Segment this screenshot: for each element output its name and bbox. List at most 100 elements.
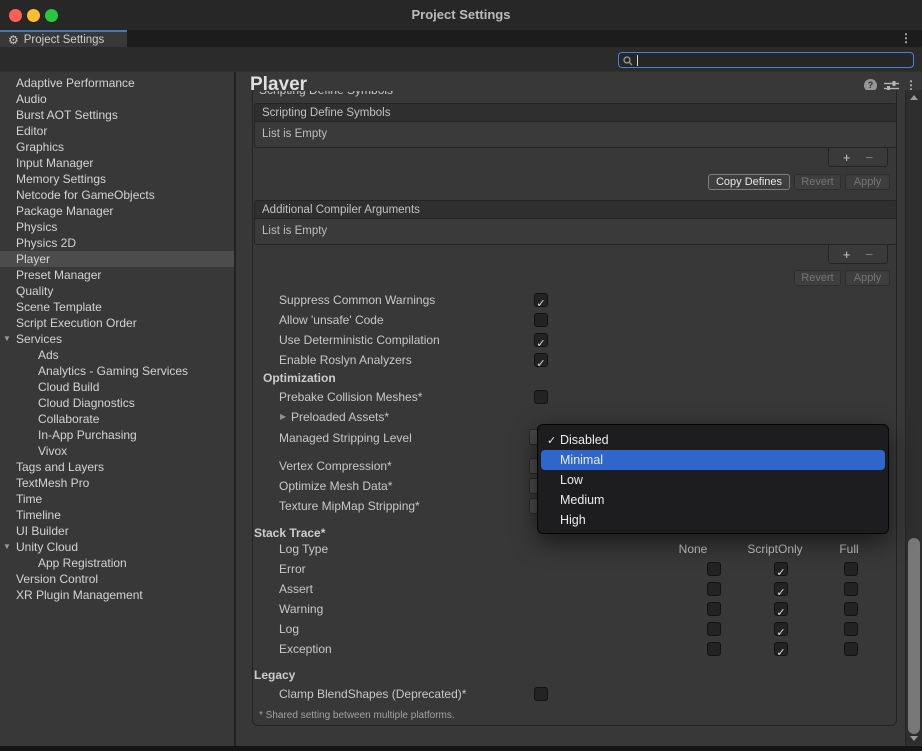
sidebar-item-time[interactable]: Time <box>0 491 234 507</box>
sidebar-item-script-execution-order[interactable]: Script Execution Order <box>0 315 234 331</box>
sidebar-item-cloud-diagnostics[interactable]: Cloud Diagnostics <box>0 395 234 411</box>
text-caret <box>637 55 638 66</box>
checkbox-use-deterministic-compilation[interactable]: ✓ <box>534 333 548 347</box>
column-header-scriptonly: ScriptOnly <box>747 542 802 556</box>
sidebar-item-version-control[interactable]: Version Control <box>0 571 234 587</box>
menu-item-high[interactable]: High <box>538 510 888 530</box>
sidebar-item-physics-2d[interactable]: Physics 2D <box>0 235 234 251</box>
menu-item-low[interactable]: Low <box>538 470 888 490</box>
checkbox-exception-full[interactable] <box>844 642 858 656</box>
tab-project-settings[interactable]: ⚙ Project Settings <box>0 30 127 47</box>
checkbox-warning-scriptonly[interactable]: ✓ <box>774 602 788 616</box>
sidebar-item-analytics[interactable]: Analytics - Gaming Services <box>0 363 234 379</box>
revert-button[interactable]: Revert <box>794 270 841 286</box>
sidebar-item-preset-manager[interactable]: Preset Manager <box>0 267 234 283</box>
sidebar-item-audio[interactable]: Audio <box>0 91 234 107</box>
sidebar-item-player-selected[interactable]: Player <box>0 251 234 267</box>
sidebar-item-physics[interactable]: Physics <box>0 219 234 235</box>
column-header-full: Full <box>839 542 858 556</box>
sidebar-item-xr-plugin-management[interactable]: XR Plugin Management <box>0 587 234 603</box>
sidebar-item-in-app-purchasing[interactable]: In-App Purchasing <box>0 427 234 443</box>
sidebar-item-vivox[interactable]: Vivox <box>0 443 234 459</box>
list-header: Scripting Define Symbols <box>255 104 896 122</box>
sidebar-item-ads[interactable]: Ads <box>0 347 234 363</box>
checkbox-warning-full[interactable] <box>844 602 858 616</box>
toggle-label: Enable Roslyn Analyzers <box>279 353 412 367</box>
window-bottom-edge <box>0 746 922 751</box>
list-empty-row: List is Empty <box>255 219 896 244</box>
list-add-remove-footer: + − <box>828 245 888 264</box>
checkbox-log-full[interactable] <box>844 622 858 636</box>
tabstrip-kebab-menu-icon[interactable]: ⋮ <box>900 32 912 44</box>
tab-label: Project Settings <box>24 34 105 46</box>
search-box[interactable] <box>618 52 914 68</box>
add-item-button[interactable]: + <box>843 248 851 261</box>
sidebar-item-scene-template[interactable]: Scene Template <box>0 299 234 315</box>
checkbox-exception-none[interactable] <box>707 642 721 656</box>
sidebar-item-tags-and-layers[interactable]: Tags and Layers <box>0 459 234 475</box>
checkbox-log-scriptonly[interactable]: ✓ <box>774 622 788 636</box>
checkbox-assert-full[interactable] <box>844 582 858 596</box>
toggle-label: Use Deterministic Compilation <box>279 333 440 347</box>
sidebar-item-unity-cloud[interactable]: ▼ Unity Cloud <box>0 539 234 555</box>
checkbox-clamp-blendshapes[interactable] <box>534 687 548 701</box>
add-item-button[interactable]: + <box>843 151 851 164</box>
sidebar-item-quality[interactable]: Quality <box>0 283 234 299</box>
toggle-label: Allow 'unsafe' Code <box>279 313 384 327</box>
clipped-row-fragment: Scripting Define Symbols <box>259 91 479 98</box>
foldout-open-icon[interactable]: ▼ <box>3 539 11 555</box>
sidebar-item-package-manager[interactable]: Package Manager <box>0 203 234 219</box>
apply-button[interactable]: Apply <box>845 270 890 286</box>
sidebar-divider[interactable] <box>234 72 236 751</box>
sidebar-item-ui-builder[interactable]: UI Builder <box>0 523 234 539</box>
checkbox-error-none[interactable] <box>707 562 721 576</box>
checkbox-allow-unsafe-code[interactable] <box>534 313 548 327</box>
optimization-section-header: Optimization <box>263 371 336 385</box>
menu-item-minimal-highlighted[interactable]: Minimal <box>541 450 885 470</box>
menu-item-medium[interactable]: Medium <box>538 490 888 510</box>
menu-item-disabled[interactable]: ✓ Disabled <box>538 430 888 450</box>
sidebar-item-input-manager[interactable]: Input Manager <box>0 155 234 171</box>
revert-button[interactable]: Revert <box>794 174 841 190</box>
checkbox-error-scriptonly[interactable]: ✓ <box>774 562 788 576</box>
sidebar-item-collaborate[interactable]: Collaborate <box>0 411 234 427</box>
checkbox-assert-none[interactable] <box>707 582 721 596</box>
sidebar-item-netcode[interactable]: Netcode for GameObjects <box>0 187 234 203</box>
list-empty-row: List is Empty <box>255 122 896 147</box>
checkbox-log-none[interactable] <box>707 622 721 636</box>
checkbox-assert-scriptonly[interactable]: ✓ <box>774 582 788 596</box>
checkbox-exception-scriptonly[interactable]: ✓ <box>774 642 788 656</box>
search-input[interactable] <box>640 53 910 67</box>
vertex-compression-label: Vertex Compression* <box>279 459 392 473</box>
checkbox-suppress-common-warnings[interactable]: ✓ <box>534 293 548 307</box>
sidebar-item-app-registration[interactable]: App Registration <box>0 555 234 571</box>
sidebar-item-memory-settings[interactable]: Memory Settings <box>0 171 234 187</box>
sidebar-item-adaptive-performance[interactable]: Adaptive Performance <box>0 75 234 91</box>
foldout-closed-icon[interactable]: ▶ <box>280 410 286 424</box>
sidebar-item-burst-aot[interactable]: Burst AOT Settings <box>0 107 234 123</box>
vertical-scrollbar[interactable] <box>905 90 922 748</box>
scroll-down-arrow-icon[interactable] <box>910 736 918 741</box>
row-label-log: Log <box>279 622 299 636</box>
apply-button[interactable]: Apply <box>845 174 890 190</box>
stack-trace-section-header: Stack Trace* <box>254 526 325 540</box>
sidebar-item-timeline[interactable]: Timeline <box>0 507 234 523</box>
copy-defines-button[interactable]: Copy Defines <box>708 174 790 190</box>
sidebar-item-editor[interactable]: Editor <box>0 123 234 139</box>
shared-setting-footnote: * Shared setting between multiple platfo… <box>259 710 455 721</box>
sidebar-item-services[interactable]: ▼ Services <box>0 331 234 347</box>
remove-item-button[interactable]: − <box>866 151 874 164</box>
scrollbar-thumb[interactable] <box>908 538 920 734</box>
sidebar-item-textmesh-pro[interactable]: TextMesh Pro <box>0 475 234 491</box>
sidebar-item-graphics[interactable]: Graphics <box>0 139 234 155</box>
checkbox-warning-none[interactable] <box>707 602 721 616</box>
scroll-up-arrow-icon[interactable] <box>910 95 918 100</box>
sidebar-item-cloud-build[interactable]: Cloud Build <box>0 379 234 395</box>
row-label-warning: Warning <box>279 602 323 616</box>
remove-item-button[interactable]: − <box>866 248 874 261</box>
checkbox-prebake-collision-meshes[interactable] <box>534 390 548 404</box>
checkbox-error-full[interactable] <box>844 562 858 576</box>
row-label-error: Error <box>279 562 306 576</box>
checkbox-enable-roslyn-analyzers[interactable]: ✓ <box>534 353 548 367</box>
foldout-open-icon[interactable]: ▼ <box>3 331 11 347</box>
